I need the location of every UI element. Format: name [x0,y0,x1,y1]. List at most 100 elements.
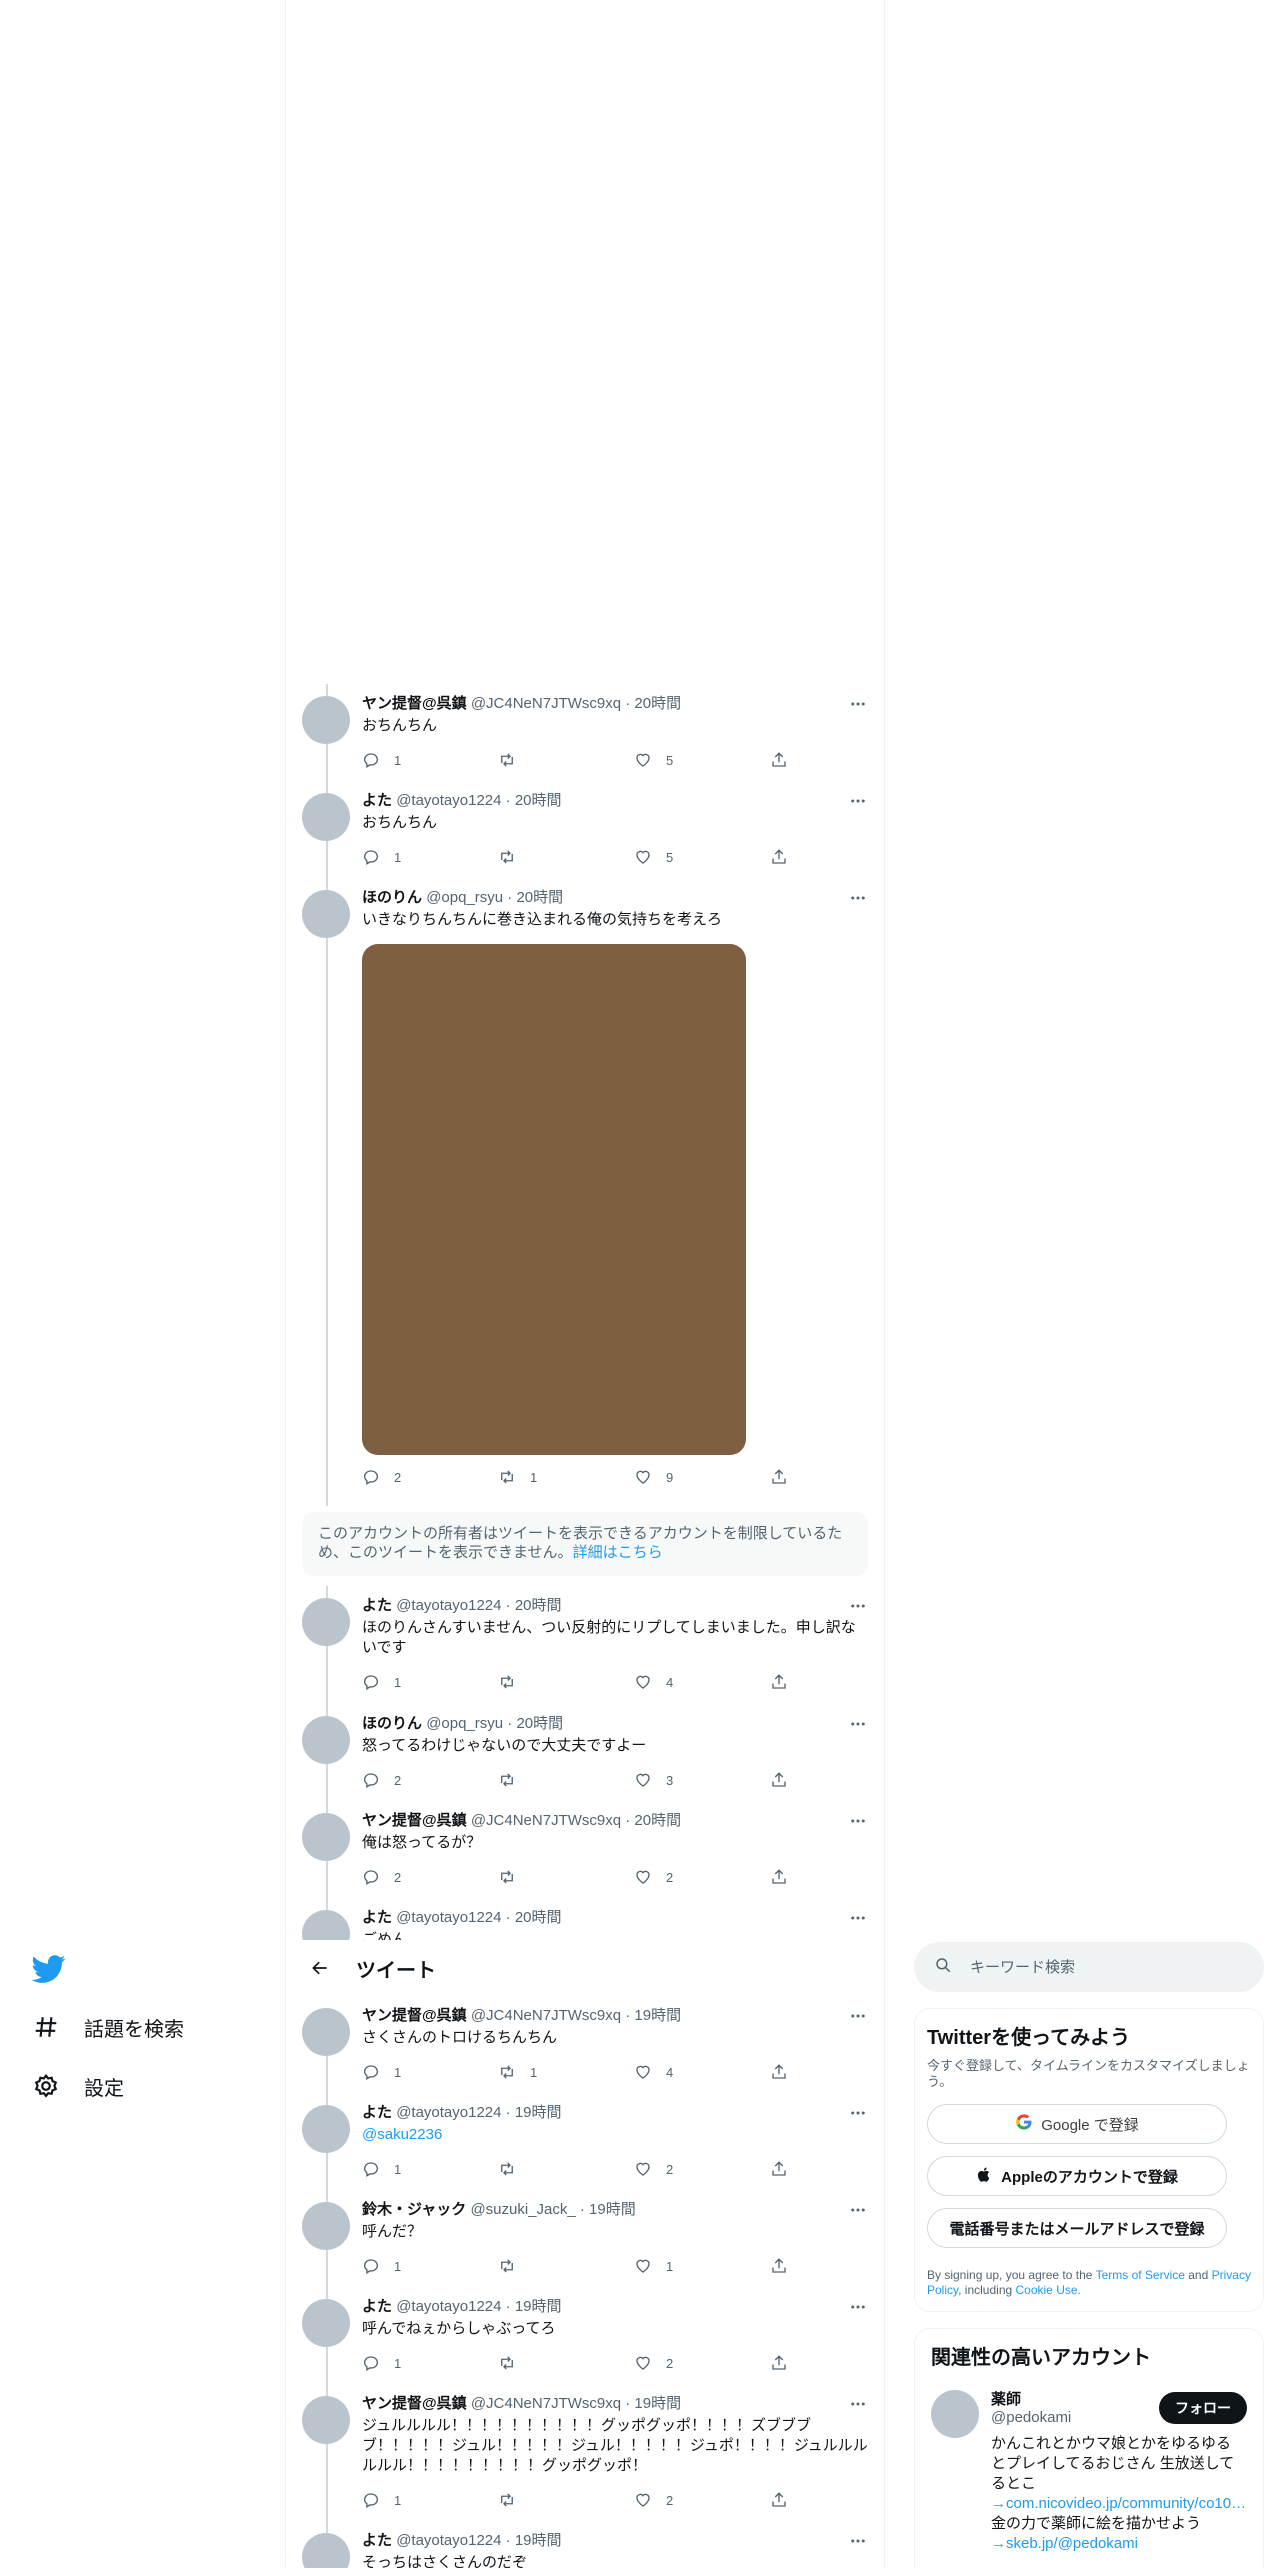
retweet-button[interactable] [498,1672,588,1692]
share-button[interactable] [770,1672,790,1692]
more-options-icon[interactable] [848,1908,868,1928]
tweet[interactable]: よた @tayotayo1224 · 20時間 おちんちん 1 5 [286,781,884,878]
reply-button[interactable]: 1 [362,2062,452,2082]
bio-link[interactable]: →com.nicovideo.jp/community/co10… [991,2495,1246,2512]
more-options-icon[interactable] [848,1596,868,1616]
retweet-button[interactable] [498,847,588,867]
retweet-button[interactable]: 1 [498,1467,588,1487]
reply-button[interactable]: 1 [362,2256,452,2276]
retweet-button[interactable] [498,2353,588,2373]
retweet-button[interactable] [498,2490,588,2510]
more-options-icon[interactable] [848,791,868,811]
share-button[interactable] [770,847,790,867]
reply-button[interactable]: 1 [362,2353,452,2373]
author-name[interactable]: よた [362,2532,392,2549]
reply-button[interactable]: 1 [362,2159,452,2179]
avatar[interactable] [302,696,350,744]
share-button[interactable] [770,1467,790,1487]
share-button[interactable] [770,2256,790,2276]
retweet-button[interactable]: 1 [498,2062,588,2082]
reply-button[interactable]: 2 [362,1867,452,1887]
avatar[interactable] [302,2202,350,2250]
avatar[interactable] [302,2105,350,2153]
tweet-image[interactable] [362,944,746,1455]
author-name[interactable]: ほのりん [362,1715,422,1732]
more-options-icon[interactable] [848,2394,868,2414]
more-options-icon[interactable] [848,2297,868,2317]
like-button[interactable]: 1 [634,2256,724,2276]
like-button[interactable]: 2 [634,2159,724,2179]
like-button[interactable]: 5 [634,750,724,770]
avatar[interactable] [302,2533,350,2568]
share-button[interactable] [770,2353,790,2373]
mention-link[interactable]: @saku2236 [362,2126,442,2143]
avatar[interactable] [302,2396,350,2444]
like-button[interactable]: 4 [634,1672,724,1692]
retweet-button[interactable] [498,2256,588,2276]
more-options-icon[interactable] [848,888,868,908]
like-button[interactable]: 2 [634,2353,724,2373]
retweet-button[interactable] [498,750,588,770]
reply-button[interactable]: 1 [362,750,452,770]
avatar[interactable] [302,1813,350,1861]
tweet[interactable]: ヤン提督@呉鎮 @JC4NeN7JTWsc9xq · 19時間 ジュルルルル！！… [286,2384,884,2521]
cookie-link[interactable]: Cookie Use. [1016,2283,1081,2297]
retweet-button[interactable] [498,1867,588,1887]
avatar[interactable] [302,1910,350,1940]
reply-button[interactable]: 1 [362,1672,452,1692]
avatar[interactable] [931,2390,979,2438]
more-options-icon[interactable] [848,2103,868,2123]
author-name[interactable]: ヤン提督@呉鎮 [362,695,467,712]
reply-button[interactable]: 2 [362,1770,452,1790]
avatar[interactable] [302,890,350,938]
twitter-logo-icon[interactable] [31,1952,66,1986]
avatar[interactable] [302,2008,350,2056]
tweet[interactable]: ほのりん @opq_rsyu · 20時間 怒ってるわけじゃないので大丈夫ですよ… [286,1704,884,1801]
author-name[interactable]: よた [362,1909,392,1926]
author-name[interactable]: 鈴木・ジャック [362,2201,466,2218]
more-options-icon[interactable] [848,1811,868,1831]
avatar[interactable] [302,1716,350,1764]
retweet-button[interactable] [498,2159,588,2179]
follow-button[interactable]: フォロー [1159,2392,1247,2424]
share-button[interactable] [770,750,790,770]
more-options-icon[interactable] [848,1714,868,1734]
more-options-icon[interactable] [848,2200,868,2220]
like-button[interactable]: 3 [634,1770,724,1790]
back-arrow-icon[interactable] [292,1940,348,1996]
terms-link[interactable]: Terms of Service [1096,2268,1185,2282]
author-name[interactable]: ヤン提督@呉鎮 [362,2007,467,2024]
avatar[interactable] [302,1598,350,1646]
tweet[interactable]: よた @tayotayo1224 · 20時間 ごめん [286,1898,884,1940]
like-button[interactable]: 2 [634,2490,724,2510]
reply-button[interactable]: 1 [362,2490,452,2510]
author-name[interactable]: ヤン提督@呉鎮 [362,1812,467,1829]
tweet[interactable]: よた @tayotayo1224 · 20時間 ほのりんさんすいません、つい反射… [286,1586,884,1704]
tweet[interactable]: よた @tayotayo1224 · 19時間 そっちはさくさんのだぞ [286,2521,884,2568]
learn-more-link[interactable]: 詳細はこちら [573,1544,663,1561]
phone-email-signup-button[interactable]: 電話番号またはメールアドレスで登録 [927,2208,1227,2248]
nav-explore[interactable]: 話題を検索 [32,2007,184,2047]
tweet[interactable]: ヤン提督@呉鎮 @JC4NeN7JTWsc9xq · 20時間 おちんちん 1 … [286,684,884,781]
tweet[interactable]: よた @tayotayo1224 · 19時間 呼んでねぇからしゃぶってろ 1 … [286,2287,884,2384]
related-account[interactable]: 薬師 @pedokami かんこれとかウマ娘とかをゆるゆるとプレイしてるおじさん… [931,2388,1247,2554]
search-box[interactable] [914,1942,1264,1992]
share-button[interactable] [770,2062,790,2082]
more-options-icon[interactable] [848,694,868,714]
like-button[interactable]: 5 [634,847,724,867]
author-name[interactable]: よた [362,2298,392,2315]
share-button[interactable] [770,2159,790,2179]
like-button[interactable]: 9 [634,1467,724,1487]
tweet[interactable]: よた @tayotayo1224 · 19時間 @saku2236 1 2 [286,2093,884,2190]
bio-link-2[interactable]: →skeb.jp/@pedokami [991,2535,1138,2552]
like-button[interactable]: 4 [634,2062,724,2082]
author-name[interactable]: ヤン提督@呉鎮 [362,2395,467,2412]
author-name[interactable]: よた [362,2104,392,2121]
retweet-button[interactable] [498,1770,588,1790]
tweet[interactable]: ヤン提督@呉鎮 @JC4NeN7JTWsc9xq · 19時間 さくさんのトロけ… [286,1996,884,2093]
author-name[interactable]: ほのりん [362,889,422,906]
tweet[interactable]: ヤン提督@呉鎮 @JC4NeN7JTWsc9xq · 20時間 俺は怒ってるが？… [286,1801,884,1898]
tweet[interactable]: 鈴木・ジャック @suzuki_Jack_ · 19時間 呼んだ？ 1 1 [286,2190,884,2287]
more-options-icon[interactable] [848,2006,868,2026]
like-button[interactable]: 2 [634,1867,724,1887]
